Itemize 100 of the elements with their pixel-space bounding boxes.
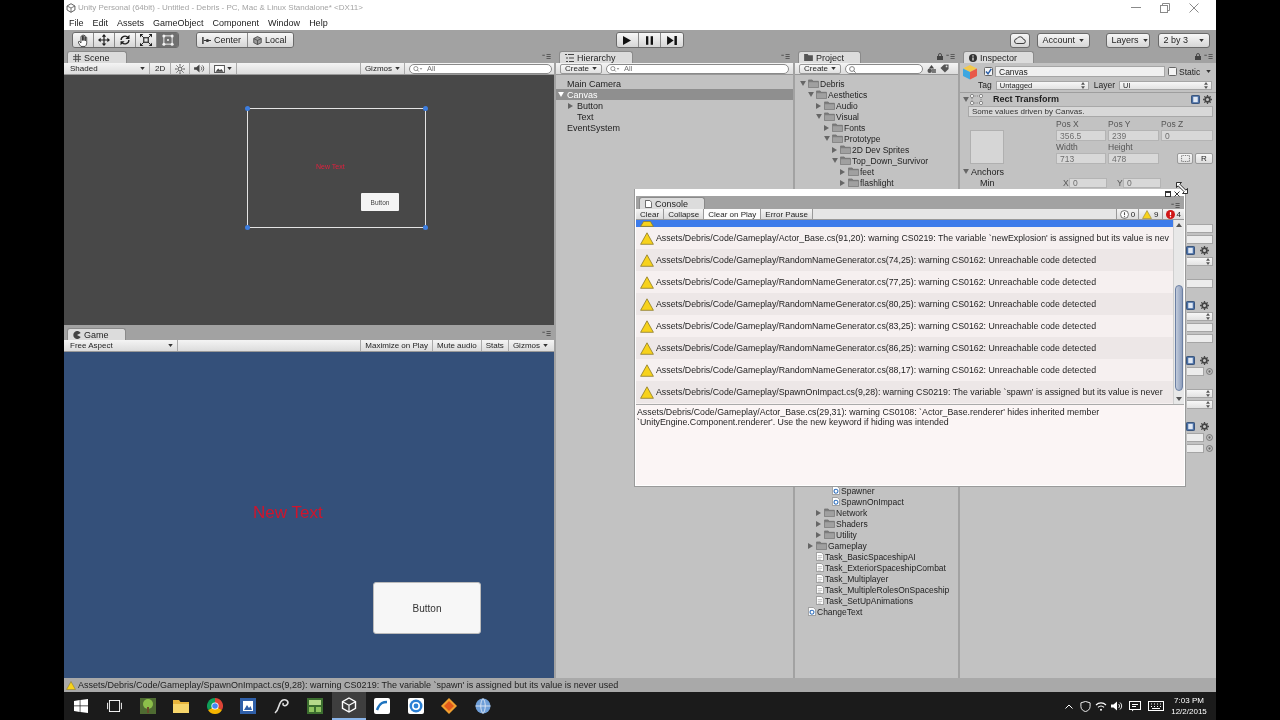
speaker-icon[interactable]	[194, 64, 206, 73]
scroll-down-icon[interactable]	[1176, 397, 1182, 401]
toggle-button[interactable]: Mute audio	[432, 340, 481, 351]
panel-tab[interactable]: Game	[67, 328, 126, 340]
space-button[interactable]: Local	[248, 33, 293, 47]
blueprint-button[interactable]	[1177, 153, 1193, 164]
project-item[interactable]: Gameplay	[795, 540, 958, 551]
resize-handle[interactable]	[423, 106, 428, 111]
keyboard-icon[interactable]	[1148, 701, 1164, 711]
project-item[interactable]: ChangeText	[795, 606, 958, 617]
menu-item[interactable]: File	[65, 17, 88, 28]
dropdown-field[interactable]	[1187, 389, 1213, 398]
log-entry[interactable]: Assets/Debris/Code/Gameplay/SpawnOnImpact.cs(9,28): warning CS0219: The variable `spawn' is assigned but its value is never	[636, 381, 1173, 403]
speaker-icon[interactable]	[1111, 701, 1123, 711]
shading-dropdown[interactable]: Shaded	[66, 63, 150, 74]
cloud-button[interactable]	[1009, 32, 1030, 48]
project-item[interactable]: Aesthetics	[795, 89, 958, 100]
toolbar-button[interactable]: Clear	[636, 209, 665, 219]
dropdown-field[interactable]	[1187, 257, 1213, 266]
disclosure-triangle-icon[interactable]	[816, 509, 821, 516]
menu-icon[interactable]	[946, 54, 955, 59]
resize-handle[interactable]	[245, 106, 250, 111]
menu-item[interactable]: Edit	[88, 17, 113, 28]
shield-icon[interactable]	[1079, 700, 1091, 712]
panel-tab[interactable]: Inspector	[963, 51, 1035, 63]
menu-item[interactable]: Component	[208, 17, 264, 28]
project-item[interactable]: Fonts	[795, 122, 958, 133]
disclosure-triangle-icon[interactable]	[568, 102, 573, 109]
toggle-button[interactable]: Maximize on Play	[360, 340, 433, 351]
project-item[interactable]: feet	[795, 166, 958, 177]
create-dropdown[interactable]: Create	[560, 63, 602, 74]
name-field[interactable]: Canvas	[995, 66, 1165, 77]
menu-item[interactable]: GameObject	[149, 17, 208, 28]
tool-button[interactable]	[94, 33, 115, 47]
scrollbar-thumb[interactable]	[1175, 285, 1183, 391]
panel-tab[interactable]: Hierarchy	[559, 51, 633, 63]
disclosure-triangle-icon[interactable]	[558, 92, 564, 97]
book-icon[interactable]	[1191, 94, 1200, 104]
mode-2d-button[interactable]: 2D	[150, 63, 172, 74]
disclosure-triangle-icon[interactable]	[808, 92, 814, 97]
disclosure-triangle-icon[interactable]	[824, 136, 830, 141]
disclosure-triangle-icon[interactable]	[963, 169, 969, 174]
menu-icon[interactable]	[1171, 203, 1180, 208]
info-count-toggle[interactable]: 0	[1115, 209, 1139, 219]
toggle-button[interactable]: Error Pause	[761, 209, 813, 219]
gear-icon[interactable]	[1203, 94, 1212, 104]
checkbox[interactable]	[984, 67, 993, 76]
project-item[interactable]: Utility	[795, 529, 958, 540]
create-dropdown[interactable]: Create	[799, 63, 841, 74]
aspect-dropdown[interactable]: Free Aspect	[66, 340, 178, 351]
account-dropdown[interactable]: Account	[1036, 32, 1090, 48]
gizmos-dropdown[interactable]: Gizmos	[507, 340, 552, 351]
tool-button[interactable]	[115, 33, 136, 47]
menu-item[interactable]: Help	[305, 17, 332, 28]
disclosure-triangle-icon[interactable]	[816, 520, 821, 527]
panel-tab[interactable]: Scene	[67, 51, 127, 63]
toggle-button[interactable]: Clear on Play	[704, 209, 762, 219]
project-item[interactable]: Debris	[795, 78, 958, 89]
disclosure-triangle-icon[interactable]	[963, 96, 969, 102]
project-item[interactable]: Task_MultipleRolesOnSpaceship	[795, 584, 958, 595]
maximize-icon[interactable]	[1165, 191, 1171, 197]
hierarchy-item[interactable]: Button	[556, 100, 793, 111]
log-entry[interactable]: Assets/Debris/Code/Gameplay/RandomNameGenerator.cs(86,25): warning CS0162: Unreachable code detected	[636, 337, 1173, 359]
raw-edit-button[interactable]: R	[1195, 153, 1213, 164]
checkbox[interactable]	[1168, 67, 1177, 76]
resize-handle[interactable]	[423, 225, 428, 230]
gear-icon[interactable]	[1200, 246, 1209, 255]
project-item[interactable]: flashlight	[795, 177, 958, 188]
play-button[interactable]	[616, 33, 639, 47]
input-field[interactable]	[1187, 334, 1213, 343]
pause-button[interactable]	[638, 33, 661, 47]
disclosure-triangle-icon[interactable]	[824, 124, 829, 131]
disclosure-triangle-icon[interactable]	[808, 542, 813, 549]
menu-icon[interactable]	[1204, 54, 1213, 59]
panel-tab[interactable]: Project	[798, 51, 861, 63]
dropdown-field[interactable]	[1187, 400, 1213, 409]
hierarchy-item[interactable]: Main Camera	[556, 78, 793, 89]
layers-dropdown[interactable]: Layers	[1105, 32, 1150, 48]
project-item[interactable]: Task_Multiplayer	[795, 573, 958, 584]
shapes-icon[interactable]	[927, 64, 936, 73]
disclosure-triangle-icon[interactable]	[816, 531, 821, 538]
message-icon[interactable]	[1129, 700, 1141, 712]
input-field[interactable]	[1187, 224, 1213, 233]
disclosure-triangle-icon[interactable]	[800, 81, 806, 86]
input-field[interactable]	[1187, 367, 1204, 376]
hierarchy-item[interactable]: EventSystem	[556, 122, 793, 133]
project-item[interactable]: Visual	[795, 111, 958, 122]
disclosure-triangle-icon[interactable]	[832, 146, 837, 153]
input-field[interactable]	[1187, 433, 1204, 442]
toggle-button[interactable]: Collapse	[664, 209, 705, 219]
toggle-button[interactable]: Stats	[480, 340, 508, 351]
disclosure-triangle-icon[interactable]	[832, 158, 838, 163]
project-item[interactable]: 2D Dev Sprites	[795, 144, 958, 155]
warning-count-toggle[interactable]: 9	[1138, 209, 1162, 219]
object-picker-icon[interactable]	[1206, 368, 1213, 375]
clock-date[interactable]: 12/2/2015	[1171, 706, 1207, 717]
project-item[interactable]: Task_ExteriorSpaceshipCombat	[795, 562, 958, 573]
menu-icon[interactable]	[781, 54, 790, 59]
scroll-up-icon[interactable]	[1176, 223, 1182, 227]
lock-icon[interactable]	[1195, 53, 1201, 60]
